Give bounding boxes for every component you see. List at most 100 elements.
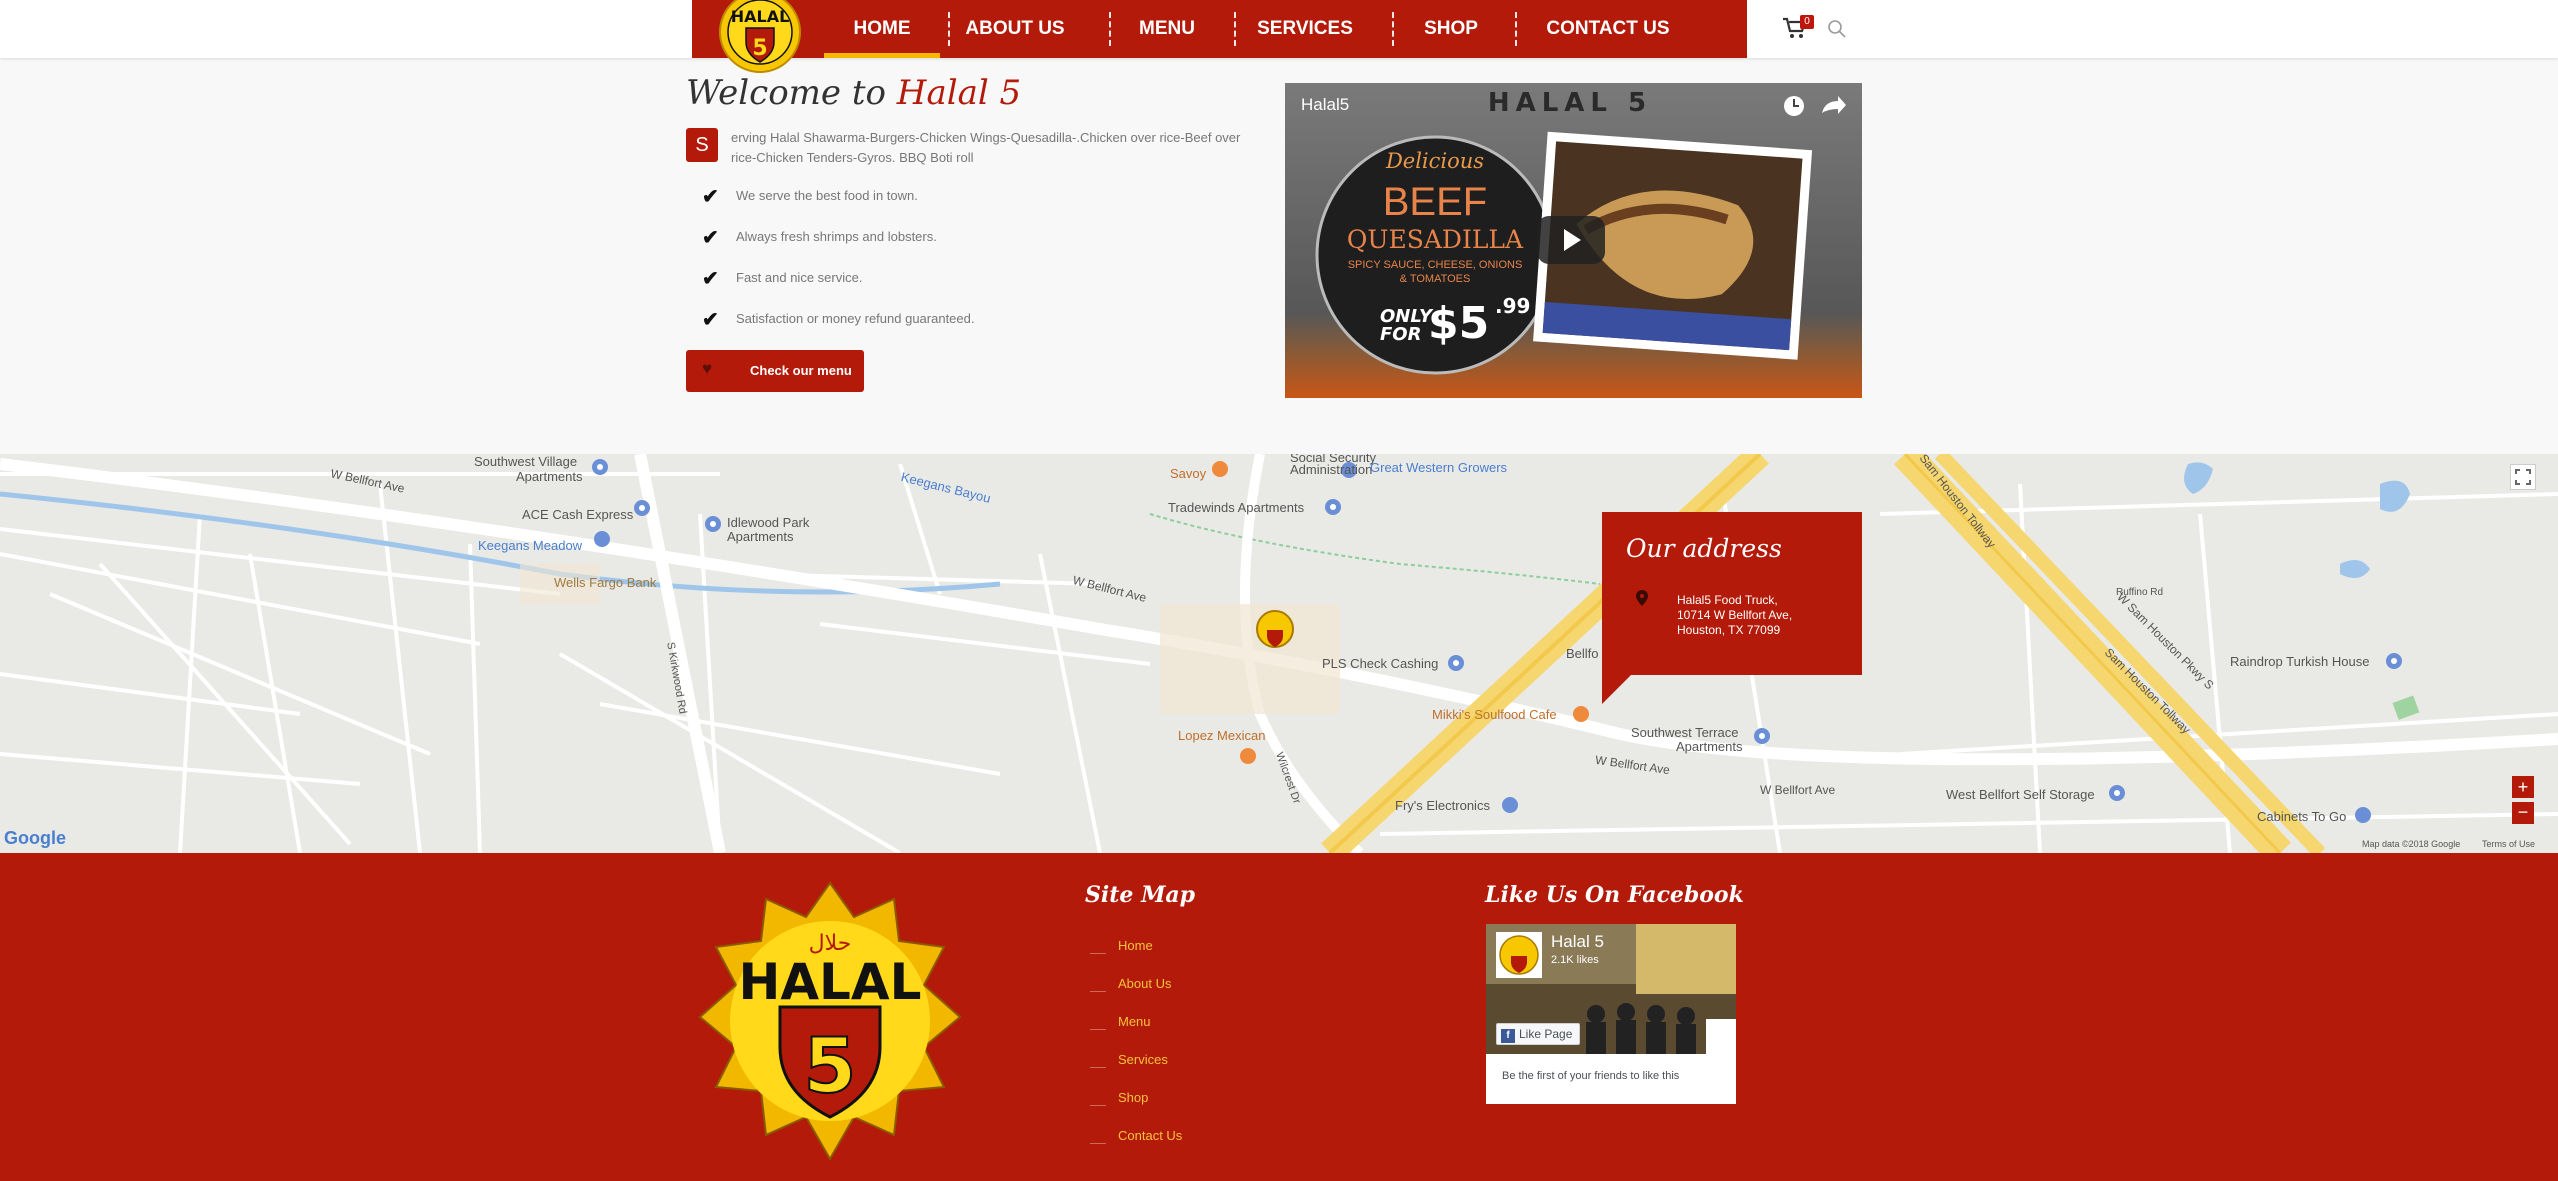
address-card-pointer	[1602, 674, 1632, 704]
halal5-logo[interactable]: HALAL 5	[710, 0, 810, 76]
map-label: Apartments	[727, 529, 794, 544]
map-pin-icon[interactable]	[1754, 728, 1770, 744]
map-pin-icon[interactable]	[2386, 653, 2402, 669]
map-label: W Bellfort Ave	[1760, 783, 1836, 797]
map-terms-link[interactable]: Terms of Use	[2482, 839, 2535, 849]
footer-link-about-us[interactable]: About Us	[1118, 976, 1171, 991]
map-label: West Bellfort Self Storage	[1946, 787, 2095, 802]
map-pin-icon[interactable]	[1573, 706, 1589, 722]
map-label: Bellfo	[1566, 646, 1599, 661]
map-pin-icon[interactable]	[592, 459, 608, 475]
map-pin-icon[interactable]	[1212, 461, 1228, 477]
zoom-out-icon[interactable]: −	[2512, 802, 2534, 824]
video-player[interactable]: HALAL 5 Halal5 Delicious BEEF QUESADILLA…	[1285, 83, 1862, 398]
map-label: Tradewinds Apartments	[1168, 500, 1305, 515]
divider	[1090, 1143, 1106, 1144]
location-icon	[1636, 590, 1648, 606]
welcome-title: Welcome to Halal 5	[686, 73, 1021, 113]
promo-line5: & TOMATOES	[1400, 273, 1471, 285]
nav-about-us[interactable]: ABOUT US	[956, 0, 1074, 58]
map-label: Idlewood Park	[727, 515, 810, 530]
footer-link-home[interactable]: Home	[1118, 938, 1153, 953]
nav-contact-us[interactable]: CONTACT US	[1523, 0, 1693, 58]
google-map[interactable]: Southwest Village Apartments ACE Cash Ex…	[0, 454, 2558, 853]
nav-home[interactable]: HOME	[824, 0, 940, 58]
check-icon: ✔	[702, 268, 719, 290]
divider	[1090, 953, 1106, 954]
nav-divider	[1392, 12, 1394, 46]
logo-number: 5	[804, 1021, 857, 1110]
nav-services[interactable]: SERVICES	[1242, 0, 1368, 58]
map-label: Mikki's Soulfood Cafe	[1432, 707, 1557, 722]
map-label: Great Western Growers	[1370, 460, 1508, 475]
promo-for: FOR	[1380, 324, 1421, 345]
facebook-avatar[interactable]	[1496, 932, 1542, 978]
map-label: Southwest Village	[474, 454, 578, 469]
map-label: Administration	[1290, 462, 1373, 477]
map-pin-icon[interactable]	[2355, 807, 2371, 823]
address-line: 10714 W Bellfort Ave,	[1677, 608, 1793, 622]
halal5-map-marker[interactable]	[1256, 610, 1294, 648]
google-logo: Google	[4, 828, 66, 848]
zoom-in-icon[interactable]: +	[2512, 776, 2534, 798]
intro-text: erving Halal Shawarma-Burgers-Chicken Wi…	[731, 130, 1241, 165]
map-label: Keegans Meadow	[478, 538, 583, 553]
check-menu-label: Check our menu	[750, 363, 852, 378]
map-pin-icon[interactable]	[634, 500, 650, 516]
map-label: Savoy	[1170, 466, 1207, 481]
sitemap-title: Site Map	[1085, 882, 1196, 908]
map-pin-icon[interactable]	[1448, 655, 1464, 671]
map-pin-icon[interactable]	[705, 516, 721, 532]
divider	[1090, 1029, 1106, 1030]
video-banner: HALAL 5	[1488, 88, 1652, 118]
fullscreen-icon[interactable]	[2510, 464, 2536, 490]
svg-text:5: 5	[752, 36, 767, 61]
nav-divider	[1234, 12, 1236, 46]
map-label: PLS Check Cashing	[1322, 656, 1439, 671]
map-pin-icon[interactable]	[594, 531, 610, 547]
welcome-brand: Halal 5	[896, 73, 1022, 113]
map-pin-icon[interactable]	[1325, 499, 1341, 515]
footer-link-services[interactable]: Services	[1118, 1052, 1168, 1067]
nav-shop[interactable]: SHOP	[1400, 0, 1502, 58]
play-icon[interactable]	[1537, 216, 1605, 264]
check-icon: ✔	[702, 186, 719, 208]
promo-price: $5	[1428, 298, 1489, 349]
divider	[1090, 991, 1106, 992]
promo-line2: BEEF	[1383, 180, 1487, 224]
search-icon[interactable]	[1826, 18, 1848, 40]
checklist-item: Fast and nice service.	[736, 270, 863, 285]
map-pin-icon[interactable]	[1502, 797, 1518, 813]
main-nav: HOME ABOUT US MENU SERVICES SHOP CONTACT…	[692, 0, 1747, 58]
check-icon: ✔	[702, 227, 719, 249]
checklist-item: Satisfaction or money refund guaranteed.	[736, 311, 975, 326]
map-label: Cabinets To Go	[2257, 809, 2347, 824]
map-label: Apartments	[516, 469, 583, 484]
map-label: Southwest Terrace	[1631, 725, 1739, 740]
footer	[0, 853, 2558, 1181]
facebook-widget[interactable]: Halal 5 2.1K likes f Like Page Be the fir…	[1486, 924, 1736, 1104]
facebook-page-name[interactable]: Halal 5	[1551, 932, 1604, 952]
facebook-like-page-button[interactable]: f Like Page	[1496, 1023, 1580, 1045]
promo-cents: .99	[1495, 294, 1530, 318]
nav-divider	[1109, 12, 1111, 46]
footer-link-contact-us[interactable]: Contact Us	[1118, 1128, 1182, 1143]
map-pin-icon[interactable]	[1240, 748, 1256, 764]
promo-line4: SPICY SAUCE, CHEESE, ONIONS	[1348, 259, 1523, 271]
nav-menu[interactable]: MENU	[1117, 0, 1217, 58]
footer-link-menu[interactable]: Menu	[1118, 1014, 1151, 1029]
map-label: Wells Fargo Bank	[554, 575, 657, 590]
map-pin-icon[interactable]	[2109, 785, 2125, 801]
map-label: Fry's Electronics	[1395, 798, 1490, 813]
facebook-like-label: Like Page	[1519, 1027, 1573, 1041]
address-title: Our address	[1626, 534, 1782, 563]
checklist-item: Always fresh shrimps and lobsters.	[736, 229, 937, 244]
address-line: Houston, TX 77099	[1677, 623, 1781, 637]
footer-halal5-logo: حلال HALAL 5	[698, 881, 962, 1162]
footer-link-shop[interactable]: Shop	[1118, 1090, 1148, 1105]
divider	[1090, 1105, 1106, 1106]
check-menu-button[interactable]: ♥ Check our menu	[686, 350, 864, 392]
clock-icon[interactable]	[1784, 96, 1804, 116]
logo-text: HALAL	[739, 953, 922, 1011]
map-label: Raindrop Turkish House	[2230, 654, 2370, 669]
